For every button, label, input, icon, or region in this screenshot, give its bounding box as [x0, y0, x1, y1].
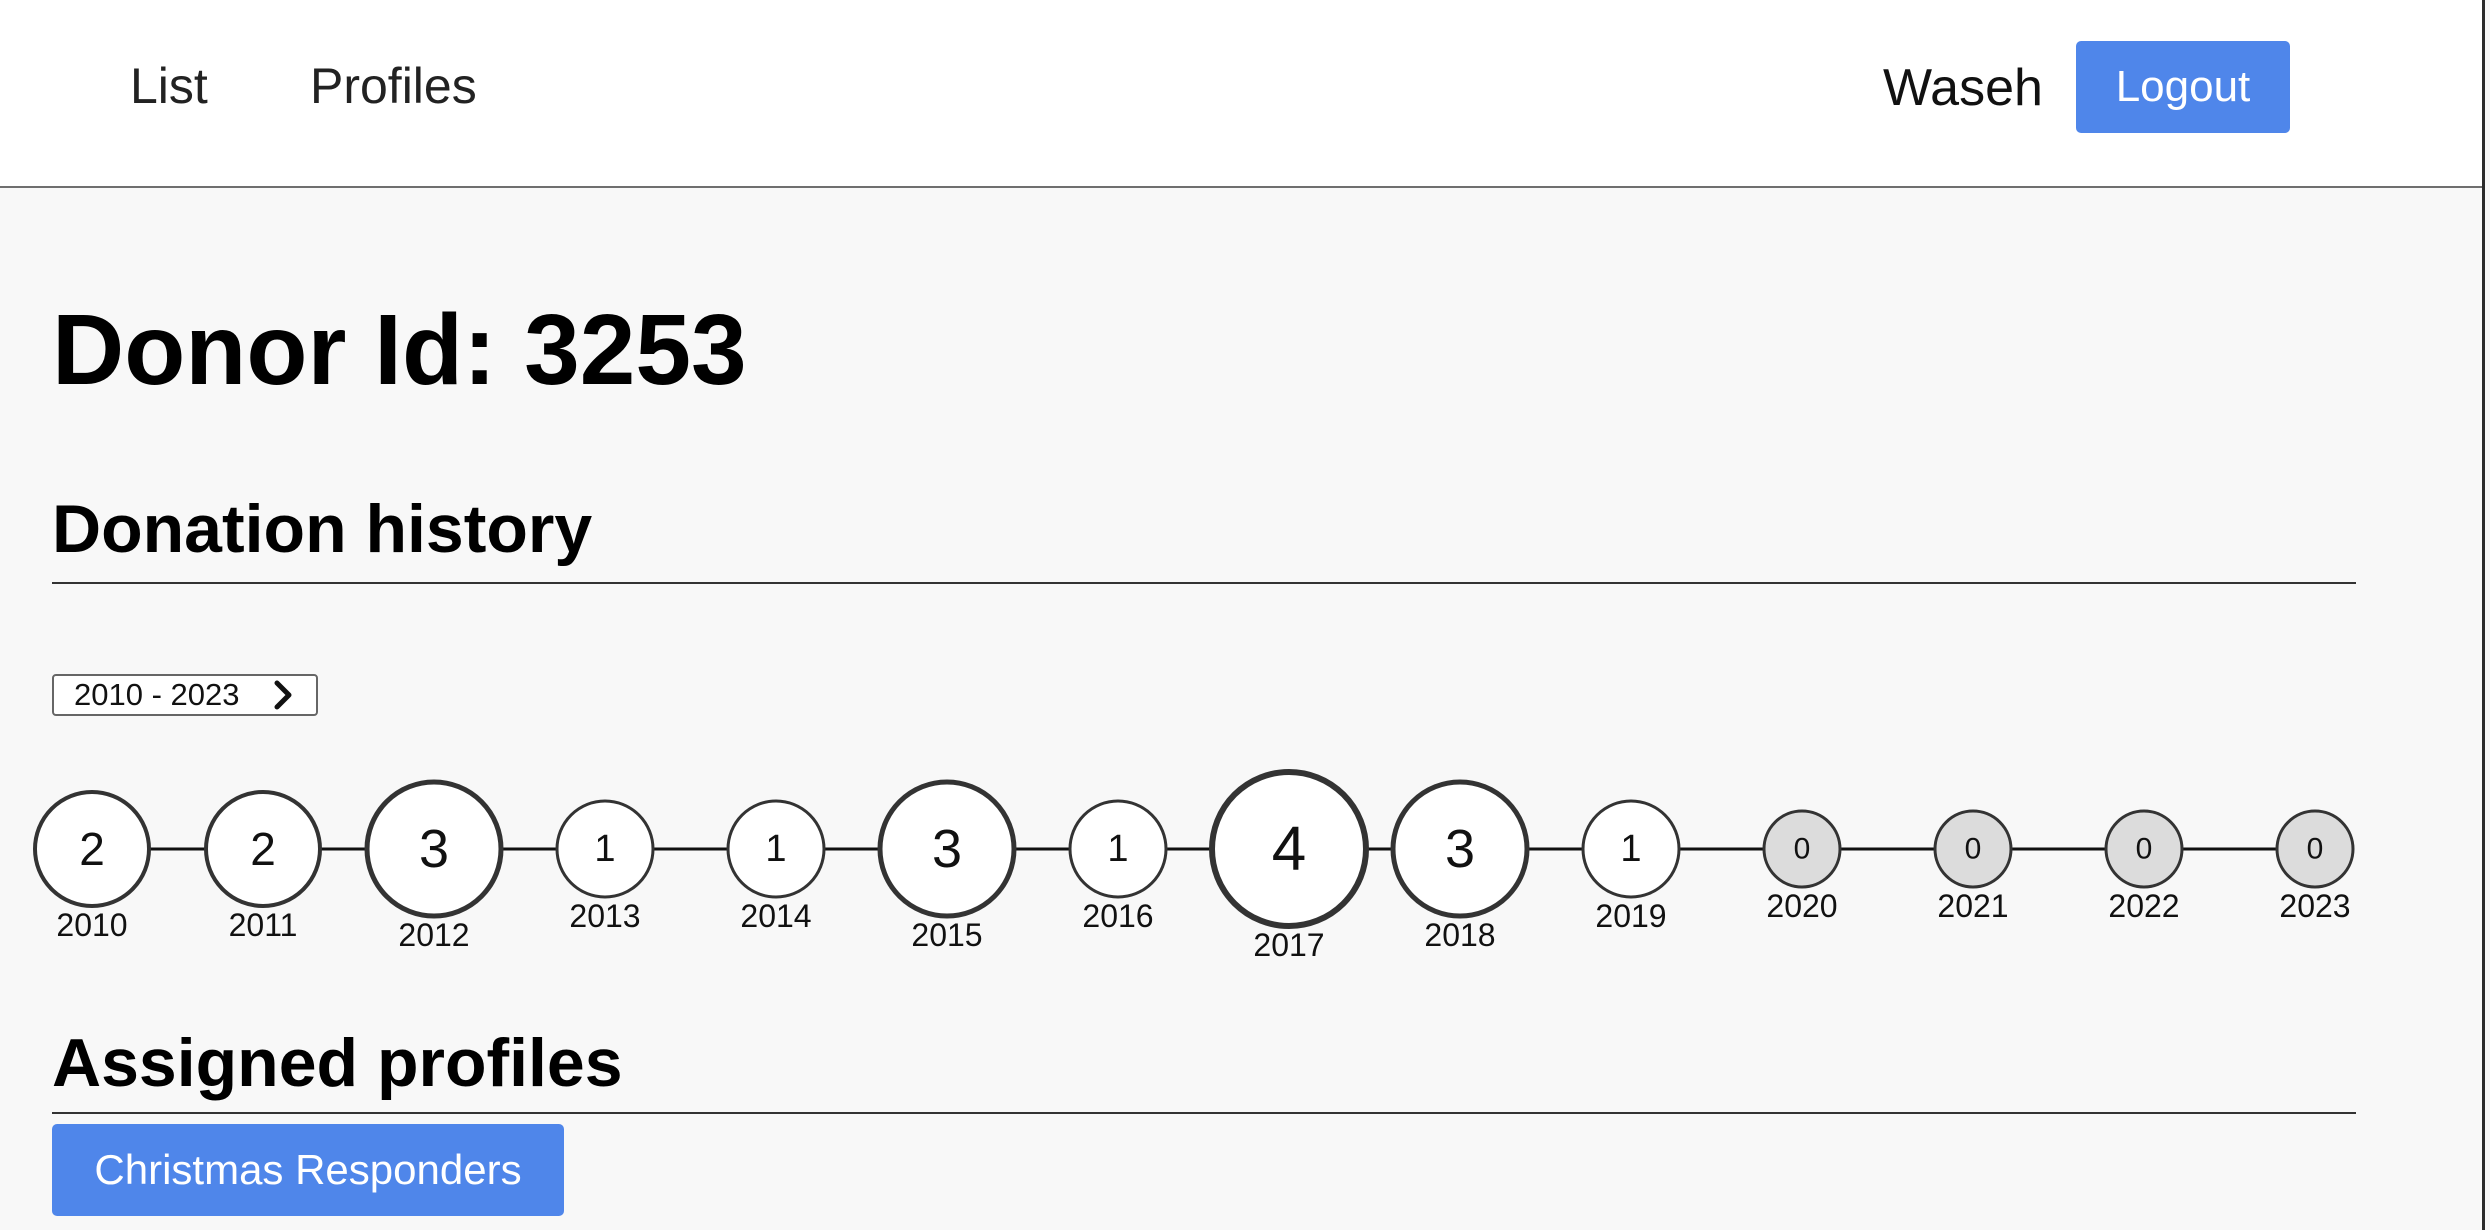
timeline-node-2013[interactable]: 1 2013 [555, 799, 655, 934]
profile-button-christmas-responders[interactable]: Christmas Responders [52, 1124, 564, 1216]
timeline-node-count: 2 [250, 823, 276, 875]
timeline-year-label: 2016 [1082, 898, 1153, 934]
nav-link-profiles[interactable]: Profiles [310, 56, 477, 116]
timeline-node-2014[interactable]: 1 2014 [726, 799, 826, 934]
timeline-node-count: 0 [2307, 833, 2324, 866]
timeline-year-label: 2022 [2108, 888, 2179, 924]
timeline-node-count: 0 [2136, 833, 2153, 866]
timeline-year-label: 2019 [1595, 898, 1666, 934]
donation-history-heading: Donation history [52, 491, 593, 567]
nav-link-list[interactable]: List [130, 56, 208, 116]
timeline-year-label: 2018 [1424, 917, 1495, 953]
timeline-node-count: 0 [1794, 833, 1811, 866]
section-divider [52, 582, 2356, 584]
timeline-node-count: 3 [419, 819, 449, 879]
timeline-node-count: 3 [1445, 819, 1475, 879]
timeline-node-2022[interactable]: 0 2022 [2104, 809, 2184, 924]
timeline-node-count: 0 [1965, 833, 1982, 866]
timeline-year-label: 2020 [1766, 888, 1837, 924]
timeline-node-count: 3 [932, 819, 962, 879]
year-range-label: 2010 - 2023 [74, 677, 240, 712]
assigned-profiles-heading: Assigned profiles [52, 1025, 623, 1101]
timeline-year-label: 2014 [740, 898, 811, 934]
timeline-node-2020[interactable]: 0 2020 [1762, 809, 1842, 924]
timeline-year-label: 2011 [229, 907, 298, 943]
timeline-year-label: 2023 [2279, 888, 2350, 924]
timeline-node-2018[interactable]: 3 2018 [1390, 779, 1530, 953]
timeline-node-2012[interactable]: 3 2012 [364, 779, 504, 953]
top-navbar: List Profiles Waseh Logout [0, 0, 2482, 188]
timeline-year-label: 2015 [911, 917, 982, 953]
timeline-node-count: 1 [594, 828, 615, 870]
timeline-year-label: 2013 [569, 898, 640, 934]
timeline-node-2010[interactable]: 2 2010 [33, 790, 151, 943]
timeline-node-count: 2 [79, 823, 105, 875]
timeline-year-label: 2017 [1253, 927, 1324, 963]
timeline-node-2017[interactable]: 4 2017 [1209, 769, 1369, 963]
section-divider [52, 1112, 2356, 1114]
timeline-node-2011[interactable]: 2 2011 [204, 790, 322, 943]
timeline-node-count: 1 [1107, 828, 1128, 870]
timeline-node-2015[interactable]: 3 2015 [877, 779, 1017, 953]
window-edge [2482, 0, 2485, 1230]
year-range-button[interactable]: 2010 - 2023 [52, 674, 318, 716]
donation-timeline: 2 2010 2 2011 3 2012 1 2013 1 2014 3 2015 1 2016 4 2017… [33, 769, 2355, 963]
timeline-node-count: 4 [1272, 815, 1306, 884]
timeline-year-label: 2012 [398, 917, 469, 953]
timeline-year-label: 2021 [1937, 888, 2008, 924]
timeline-node-2023[interactable]: 0 2023 [2275, 809, 2355, 924]
timeline-node-count: 1 [765, 828, 786, 870]
page-title: Donor Id: 3253 [52, 294, 747, 406]
chevron-right-icon [274, 680, 292, 710]
user-name: Waseh [1883, 59, 2043, 117]
logout-button[interactable]: Logout [2076, 41, 2290, 133]
timeline-node-2021[interactable]: 0 2021 [1933, 809, 2013, 924]
timeline-node-count: 1 [1620, 828, 1641, 870]
timeline-year-label: 2010 [56, 907, 127, 943]
timeline-node-2016[interactable]: 1 2016 [1068, 799, 1168, 934]
timeline-node-2019[interactable]: 1 2019 [1581, 799, 1681, 934]
